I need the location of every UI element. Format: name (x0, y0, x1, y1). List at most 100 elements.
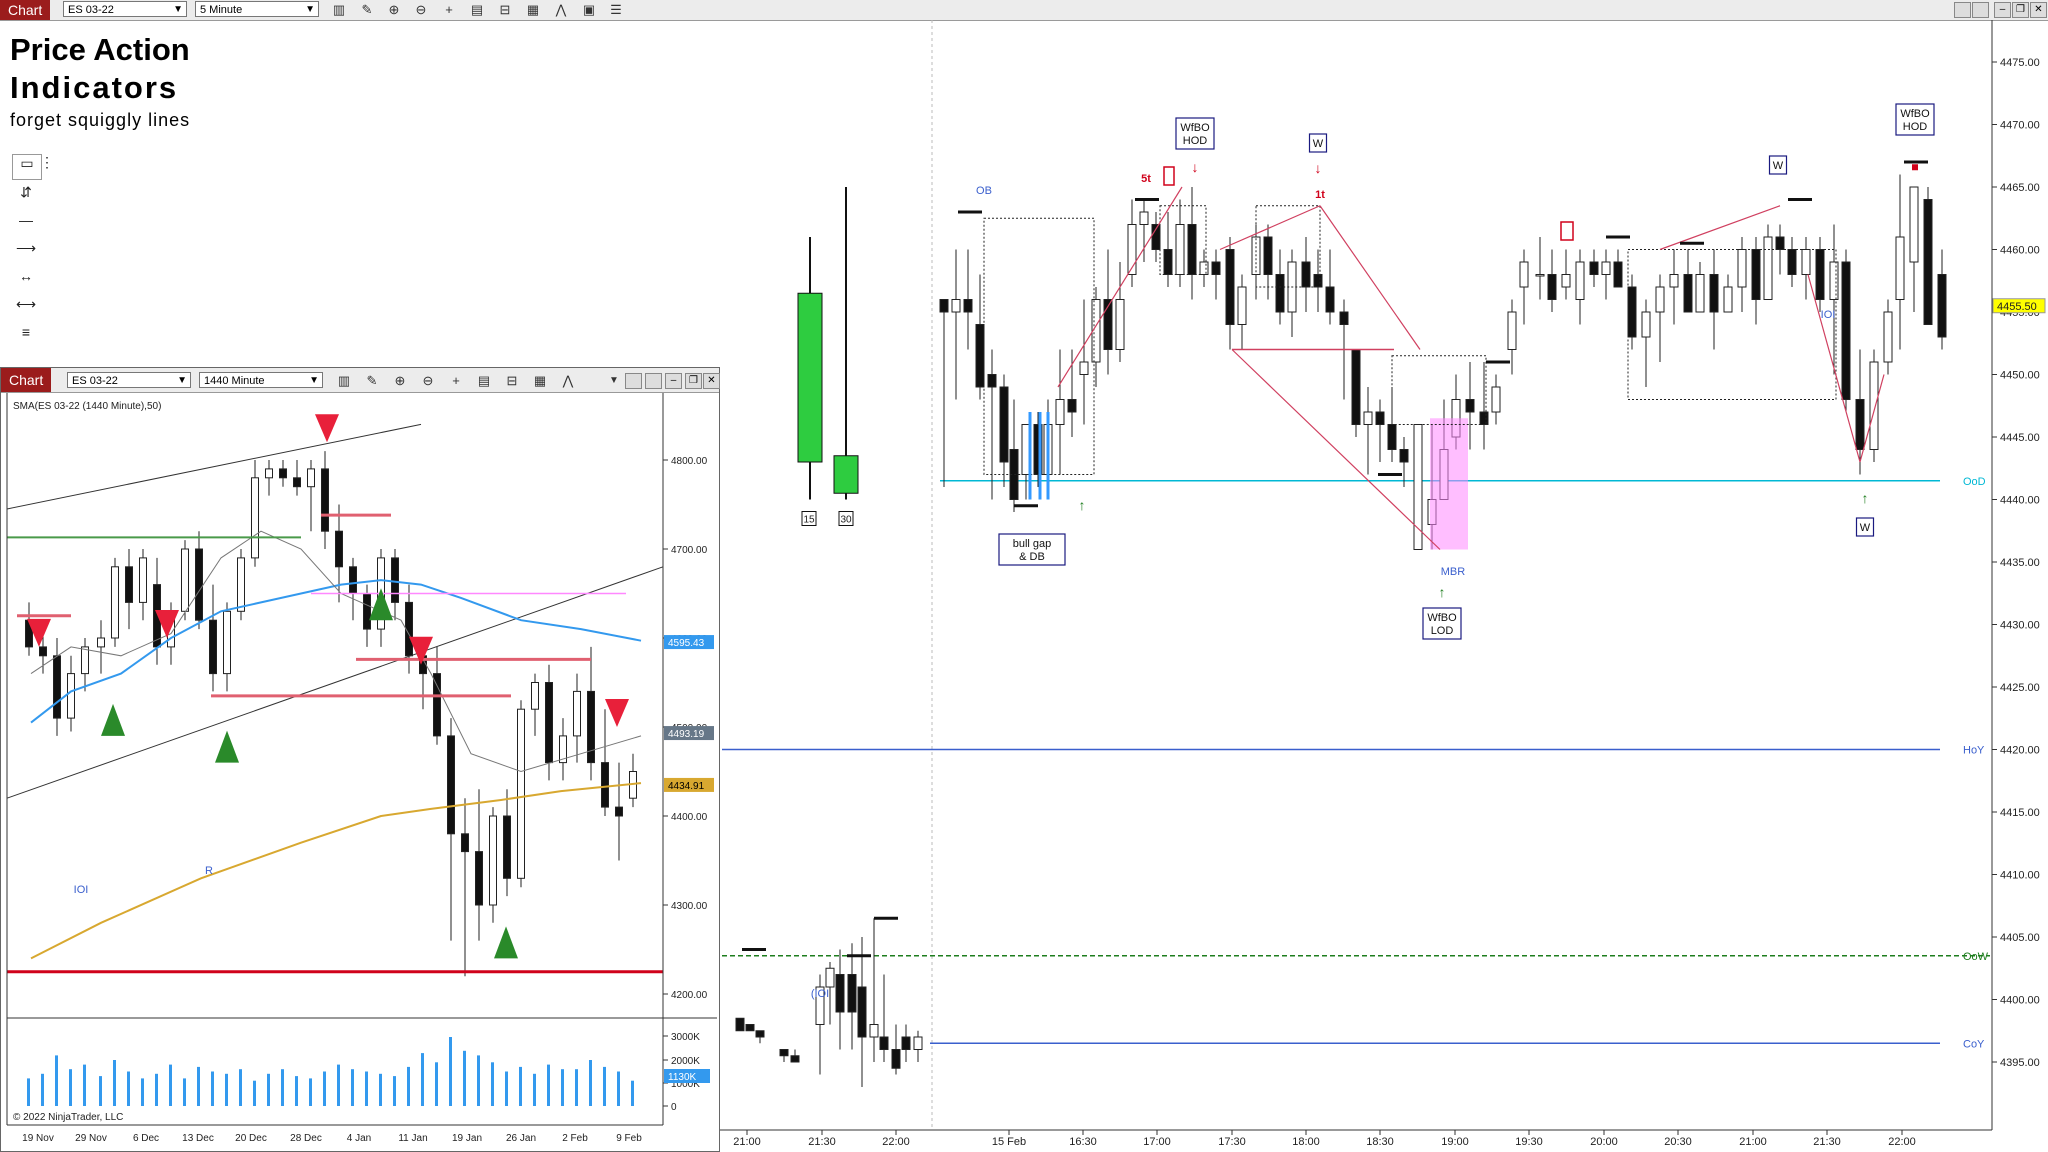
tile-icon[interactable] (1954, 2, 1971, 18)
tile-icon[interactable] (625, 373, 642, 389)
candle-body (835, 974, 845, 1013)
interval-select[interactable]: 5 Minute ▼ (195, 1, 319, 17)
wfbo-hod-2-text: WfBO (1900, 108, 1930, 120)
time-tick-label: 17:30 (1218, 1136, 1246, 1148)
pencil-icon[interactable]: ✎ (363, 372, 381, 389)
chart-tab[interactable]: Chart (0, 0, 51, 20)
close-icon[interactable]: ✕ (2030, 2, 2047, 18)
daily-price-chart[interactable]: IOI R SMA(ES 03-22 (1440 Minute),50) 4800.… (1, 393, 719, 1152)
overlay-title: Price Action (10, 32, 190, 67)
chart-trader-icon[interactable]: ▣ (580, 1, 598, 18)
price-tick-label: 4405.00 (2000, 932, 2040, 944)
candle-body (1519, 261, 1529, 288)
price-tick-label: 4465.00 (2000, 182, 2040, 194)
candle-body (1855, 399, 1865, 450)
indicator-icon[interactable]: ⋀ (552, 1, 570, 18)
volume-bar (141, 1078, 144, 1106)
bar-type-icon[interactable]: ▥ (330, 1, 348, 18)
crosshair-icon[interactable]: + (447, 372, 465, 389)
volume-bar (253, 1080, 256, 1106)
wfbo-lod-label-text: LOD (1431, 625, 1454, 637)
candle-body (1301, 261, 1311, 288)
restore-icon[interactable]: ❐ (685, 373, 702, 389)
sub-time-label: 26 Jan (506, 1133, 536, 1144)
candle-body (1883, 311, 1893, 363)
daily-candle-body (181, 548, 189, 612)
candle-body (1829, 261, 1839, 300)
time-tick-label: 21:30 (808, 1136, 836, 1148)
indicator-label: SMA(ES 03-22 (1440 Minute),50) (13, 401, 161, 412)
tile-icon[interactable] (1972, 2, 1989, 18)
daily-interval-select[interactable]: 1440 Minute ▼ (199, 372, 323, 388)
daily-instrument-select[interactable]: ES 03-22 ▼ (67, 372, 191, 388)
lines-icon[interactable]: ≡ (12, 324, 40, 348)
candle-body (939, 299, 949, 313)
close-icon[interactable]: ✕ (703, 373, 720, 389)
candle-body (1507, 311, 1517, 350)
candle-body (755, 1030, 765, 1038)
candle-body (735, 1017, 745, 1032)
arrow-line-icon[interactable]: ⟷ (12, 296, 40, 320)
level-label: HoY (1963, 745, 1985, 757)
daily-candle-body (489, 815, 497, 906)
sub-time-label: 2 Feb (562, 1133, 588, 1144)
properties-icon[interactable]: ▤ (468, 1, 486, 18)
more-icon[interactable]: ⋮ (40, 154, 54, 178)
zoom-in-icon[interactable]: ⊕ (385, 1, 403, 18)
zoom-out-icon[interactable]: ⊖ (412, 1, 430, 18)
time-tick-label: 17:00 (1143, 1136, 1171, 1148)
candle-body (1683, 274, 1693, 313)
zoom-in-icon[interactable]: ⊕ (391, 372, 409, 389)
crosshair-icon[interactable]: + (440, 1, 458, 18)
candle-body (1923, 199, 1933, 325)
level-label: OoD (1963, 476, 1986, 488)
pencil-icon[interactable]: ✎ (358, 1, 376, 18)
line-icon[interactable]: ― (12, 212, 40, 236)
mbr-zone (1430, 418, 1468, 550)
current-price-label: 4455.50 (1997, 301, 2037, 313)
volume-bar (183, 1078, 186, 1106)
template-icon[interactable]: ⊟ (496, 1, 514, 18)
stick-icon[interactable]: ⇵ (12, 184, 40, 208)
chevron-down-icon[interactable]: ▼ (605, 372, 623, 389)
candle-body (1641, 311, 1651, 338)
instrument-select[interactable]: ES 03-22 ▼ (63, 1, 187, 17)
volume-bar (365, 1071, 368, 1106)
minimize-icon[interactable]: – (1994, 2, 2011, 18)
daily-candle-body (111, 566, 119, 639)
daily-chart-tab[interactable]: Chart (1, 368, 52, 392)
daily-chart-window[interactable]: Chart ES 03-22 ▼ 1440 Minute ▼ ▥ ✎ ⊕ ⊖ + ▤… (0, 367, 720, 1152)
candle-body (790, 1055, 800, 1063)
strategy-icon[interactable]: ▦ (531, 372, 549, 389)
daily-candle-body (67, 673, 75, 719)
bar-type-icon[interactable]: ▥ (335, 372, 353, 389)
minimize-icon[interactable]: – (665, 373, 682, 389)
candle-body (1841, 261, 1851, 400)
ruler-icon[interactable]: ▭ (12, 154, 42, 180)
candle-body (1723, 286, 1733, 313)
restore-icon[interactable]: ❐ (2012, 2, 2029, 18)
extended-line-icon[interactable]: ↔ (12, 268, 40, 292)
zoom-out-icon[interactable]: ⊖ (419, 372, 437, 389)
main-toolbar: Chart ES 03-22 ▼ 5 Minute ▼ ▥ ✎ ⊕ ⊖ + ▤ ⊟ … (0, 0, 2048, 21)
daily-candle-body (265, 468, 273, 479)
tile-icon[interactable] (645, 373, 662, 389)
red-dot-icon (1912, 164, 1918, 171)
indicator-icon[interactable]: ⋀ (559, 372, 577, 389)
template-icon[interactable]: ⊟ (503, 372, 521, 389)
daily-candle-body (503, 815, 511, 879)
strategy-icon[interactable]: ▦ (524, 1, 542, 18)
ray-icon[interactable]: ⟶ (12, 240, 40, 264)
price-tick-label: 4395.00 (2000, 1057, 2040, 1069)
volume-bar (617, 1071, 620, 1106)
five-t-label: 5t (1141, 173, 1151, 185)
candle-body (1211, 261, 1221, 275)
red-block-icon (1163, 166, 1175, 186)
menu-list-icon[interactable]: ☰ (607, 1, 625, 18)
volume-bar (239, 1069, 242, 1106)
w-label-1-text: W (1313, 138, 1324, 150)
time-tick-label: 21:30 (1813, 1136, 1841, 1148)
time-tick-label: 21:00 (733, 1136, 761, 1148)
properties-icon[interactable]: ▤ (475, 372, 493, 389)
big-candle-body (797, 292, 823, 463)
